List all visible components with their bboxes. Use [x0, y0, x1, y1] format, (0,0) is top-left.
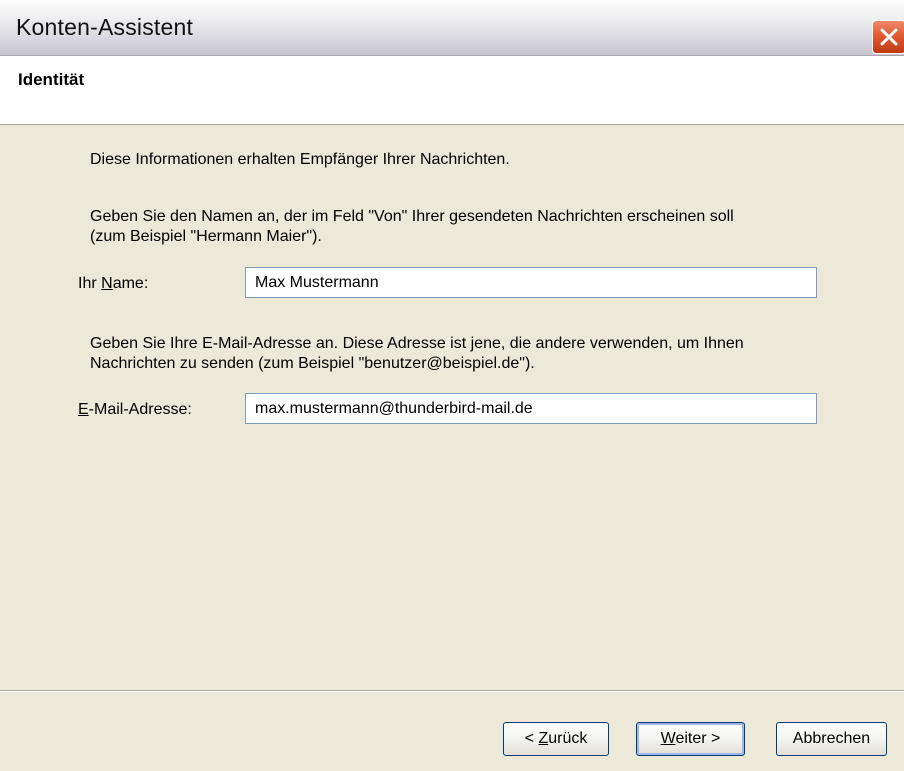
footer-divider	[0, 690, 904, 692]
close-button[interactable]	[872, 20, 904, 54]
title-bar[interactable]: Konten-Assistent	[0, 0, 904, 56]
intro-text: Diese Informationen erhalten Empfänger I…	[90, 151, 510, 168]
back-button[interactable]: < Zurück	[503, 722, 609, 756]
email-help-text: Geben Sie Ihre E-Mail-Adresse an. Diese …	[90, 335, 744, 372]
cancel-button[interactable]: Abbrechen	[776, 722, 887, 756]
name-input[interactable]	[245, 267, 817, 298]
next-button[interactable]: Weiter >	[636, 722, 745, 756]
account-wizard-window: Konten-Assistent Identität Diese Informa…	[0, 0, 904, 771]
wizard-header: Identität	[0, 56, 904, 125]
email-label: E-Mail-Adresse:	[78, 401, 192, 418]
page-title: Identität	[18, 70, 85, 89]
name-label: Ihr Name:	[78, 275, 149, 292]
email-input[interactable]	[245, 393, 817, 424]
name-help-text: Geben Sie den Namen an, der im Feld "Von…	[90, 208, 734, 245]
window-title: Konten-Assistent	[16, 14, 194, 40]
